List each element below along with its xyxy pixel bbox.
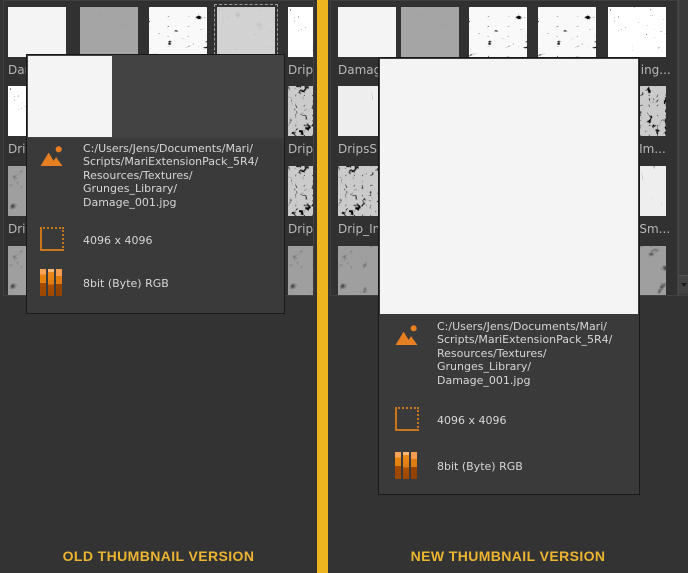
texture-thumbnail[interactable] (338, 7, 396, 57)
dimensions-icon (395, 407, 419, 431)
thumbnail-tooltip-new: C:/Users/Jens/Documents/Mari/ Scripts/Ma… (378, 57, 640, 495)
tooltip-resolution: 4096 x 4096 (437, 414, 507, 427)
tooltip-thumbnail-image-large (380, 59, 638, 314)
texture-thumbnail[interactable] (149, 7, 207, 57)
texture-thumbnail[interactable] (469, 7, 527, 57)
old-version-title: OLD THUMBNAIL VERSION (0, 548, 317, 564)
texture-thumbnail[interactable] (288, 166, 314, 216)
color-depth-bars-icon (40, 269, 62, 296)
path-line: Scripts/MariExtensionPack_5R4/ (437, 333, 612, 346)
path-line: Resources/Textures/ (437, 347, 612, 360)
path-line: Grunges_Library/ (437, 360, 612, 373)
texture-thumbnail[interactable] (217, 7, 275, 57)
split-divider (317, 0, 328, 573)
image-icon (395, 325, 418, 346)
texture-thumbnail[interactable] (401, 7, 459, 57)
thumbnail-tooltip-old: C:/Users/Jens/Documents/Mari/ Scripts/Ma… (26, 54, 285, 314)
texture-label: Drip_Im... (288, 222, 314, 236)
scroll-down-button[interactable] (679, 275, 688, 293)
texture-thumbnail[interactable] (288, 246, 314, 296)
screenshot-stage: Damage... Dripping... (0, 0, 688, 573)
texture-cell[interactable] (288, 246, 314, 296)
path-line: Grunges_Library/ (83, 182, 258, 195)
tooltip-resolution: 4096 x 4096 (83, 234, 153, 247)
path-line: C:/Users/Jens/Documents/Mari/ (83, 142, 258, 155)
new-version-title: NEW THUMBNAIL VERSION (328, 548, 688, 564)
texture-thumbnail[interactable] (608, 7, 666, 57)
dimensions-icon (40, 227, 64, 251)
tooltip-file-path: C:/Users/Jens/Documents/Mari/ Scripts/Ma… (437, 320, 612, 387)
color-depth-bars-icon (395, 452, 417, 479)
texture-thumbnail[interactable] (288, 86, 314, 136)
texture-thumbnail[interactable] (80, 7, 138, 57)
tooltip-depth: 8bit (Byte) RGB (437, 460, 523, 473)
texture-cell[interactable]: Drip_Im... (288, 86, 314, 158)
texture-thumbnail[interactable] (8, 7, 66, 57)
path-line: Damage_001.jpg (437, 374, 612, 387)
texture-thumbnail[interactable] (288, 7, 314, 57)
texture-label: Drip_Im... (288, 142, 314, 156)
chevron-down-icon (681, 283, 687, 287)
path-line: Scripts/MariExtensionPack_5R4/ (83, 155, 258, 168)
vertical-scrollbar[interactable] (678, 0, 688, 296)
path-line: C:/Users/Jens/Documents/Mari/ (437, 320, 612, 333)
texture-cell[interactable]: Drip_Im... (288, 166, 314, 238)
texture-thumbnail[interactable] (538, 7, 596, 57)
path-line: Damage_001.jpg (83, 196, 258, 209)
tooltip-depth: 8bit (Byte) RGB (83, 277, 169, 290)
path-line: Resources/Textures/ (83, 169, 258, 182)
tooltip-thumbnail-image (28, 56, 112, 137)
tooltip-file-path: C:/Users/Jens/Documents/Mari/ Scripts/Ma… (83, 142, 258, 209)
texture-label: Dripping... (288, 63, 314, 77)
image-icon (40, 146, 63, 167)
texture-cell[interactable]: Dripping... (288, 7, 314, 79)
